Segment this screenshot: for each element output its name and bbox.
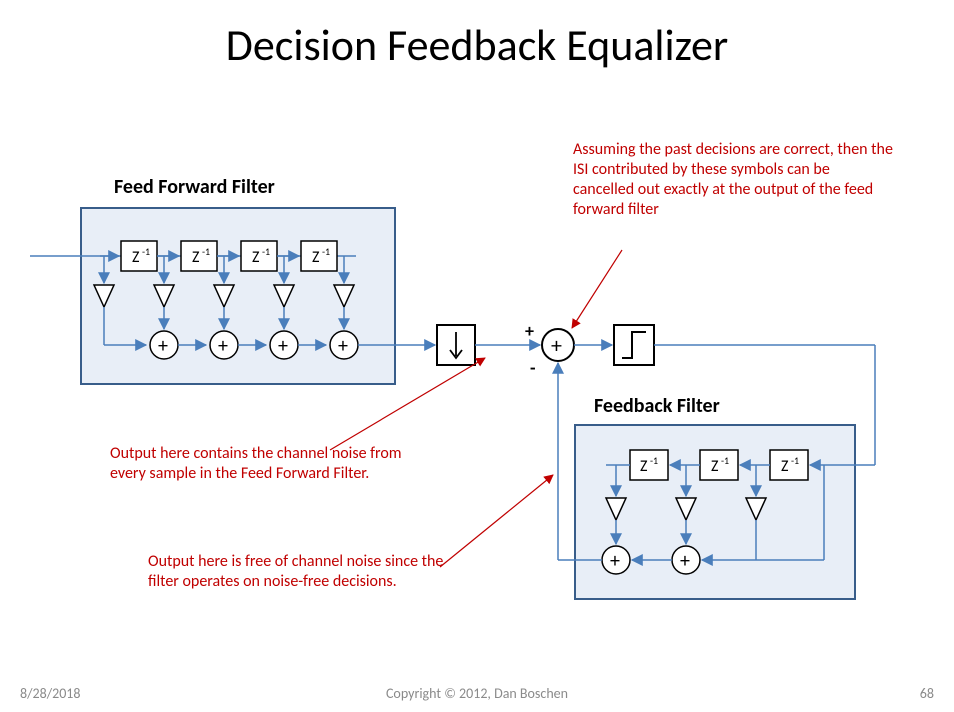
fb-delays: Z-1 Z-1 Z-1 [630, 450, 808, 480]
svg-text:+: + [551, 332, 562, 359]
diagram-svg: Z-1 Z-1 Z-1 Z-1 + [0, 0, 954, 712]
svg-text:Z: Z [781, 457, 789, 476]
svg-text:+: + [218, 334, 228, 358]
svg-text:-: - [530, 357, 536, 379]
svg-text:-1: -1 [791, 454, 799, 467]
callout-arrow-bot [440, 475, 553, 567]
svg-text:-1: -1 [142, 245, 150, 258]
svg-text:Z: Z [711, 457, 719, 476]
svg-text:-1: -1 [322, 245, 330, 258]
svg-text:Z: Z [252, 248, 260, 267]
svg-text:+: + [525, 320, 534, 342]
svg-text:+: + [278, 334, 288, 358]
svg-text:Z: Z [312, 248, 320, 267]
footer-copyright: Copyright © 2012, Dan Boschen [20, 685, 934, 702]
svg-text:-1: -1 [262, 245, 270, 258]
svg-text:-1: -1 [650, 454, 658, 467]
svg-text:+: + [610, 549, 620, 573]
downsampler-block [437, 325, 475, 365]
svg-text:+: + [338, 334, 348, 358]
svg-text:+: + [158, 334, 168, 358]
callout-arrow-top [572, 250, 622, 328]
svg-text:-1: -1 [721, 454, 729, 467]
svg-text:Z: Z [192, 248, 200, 267]
summing-junction: + + - [525, 320, 574, 379]
svg-text:Z: Z [640, 457, 648, 476]
svg-text:+: + [680, 549, 690, 573]
footer: 8/28/2018 Copyright © 2012, Dan Boschen … [20, 685, 934, 702]
svg-text:-1: -1 [202, 245, 210, 258]
svg-text:Z: Z [132, 248, 140, 267]
decision-block [614, 325, 654, 365]
